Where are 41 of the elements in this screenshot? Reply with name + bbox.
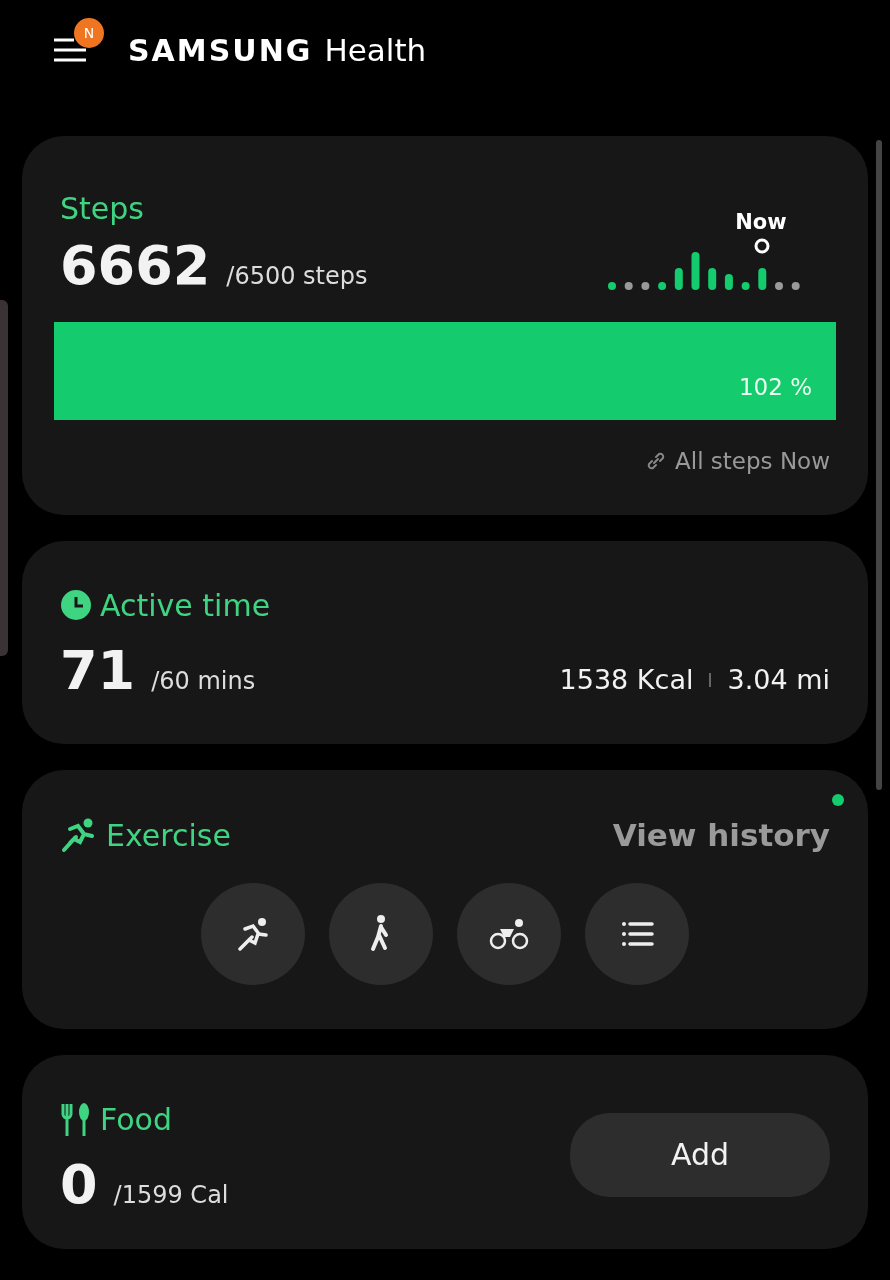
calorie-goal: /1599 Cal: [113, 1179, 229, 1211]
notification-badge: N: [74, 18, 104, 48]
food-calories: 0: [60, 1157, 98, 1212]
step-bar: [674, 268, 683, 290]
step-dot: [608, 282, 616, 290]
step-bar: [708, 268, 717, 290]
step-dot: [658, 282, 667, 290]
app-logo: SAMSUNG: [128, 31, 313, 70]
all-steps-link[interactable]: All steps Now: [675, 444, 830, 479]
progress-percent: 102 %: [738, 372, 812, 402]
app-title: Health: [324, 30, 427, 70]
distance-value: 3.04 mi: [727, 662, 830, 697]
calories-value: 1538 Kcal: [559, 662, 694, 697]
now-label: Now: [735, 208, 787, 236]
card-title: Food: [100, 1100, 172, 1139]
step-dot: [624, 282, 633, 290]
clock-icon: [60, 589, 92, 621]
step-dot: [775, 282, 783, 290]
scrollbar[interactable]: [876, 140, 882, 790]
card-title: Active time: [100, 586, 271, 625]
now-marker: [754, 238, 770, 254]
add-button[interactable]: Add: [570, 1112, 830, 1197]
card-title: Steps: [60, 190, 145, 228]
steps-card[interactable]: Steps 6662 /6500 steps Now 102 % All steps Now: [22, 136, 868, 515]
step-dot: [641, 282, 650, 290]
card-title: Exercise: [106, 816, 231, 855]
step-goal: /6500 steps: [226, 261, 368, 292]
step-dot: [741, 282, 750, 290]
utensils-icon: [60, 1102, 92, 1136]
edge-handle[interactable]: [0, 300, 8, 656]
active-minutes: 71: [60, 643, 136, 698]
active-time-card[interactable]: Active time 71 /60 mins 1538 Kcal 3.04 mi: [22, 540, 868, 744]
step-dot: [791, 282, 800, 290]
view-history-link[interactable]: View history: [612, 812, 830, 859]
step-count: 6662: [60, 239, 211, 293]
food-card[interactable]: Food 0 /1599 Cal Add: [22, 1054, 868, 1249]
step-bar: [691, 252, 700, 290]
exercise-card[interactable]: Exercise View history: [22, 770, 868, 1029]
step-bar: [724, 274, 733, 290]
step-bar: [758, 268, 767, 290]
active-goal: /60 mins: [151, 665, 256, 697]
